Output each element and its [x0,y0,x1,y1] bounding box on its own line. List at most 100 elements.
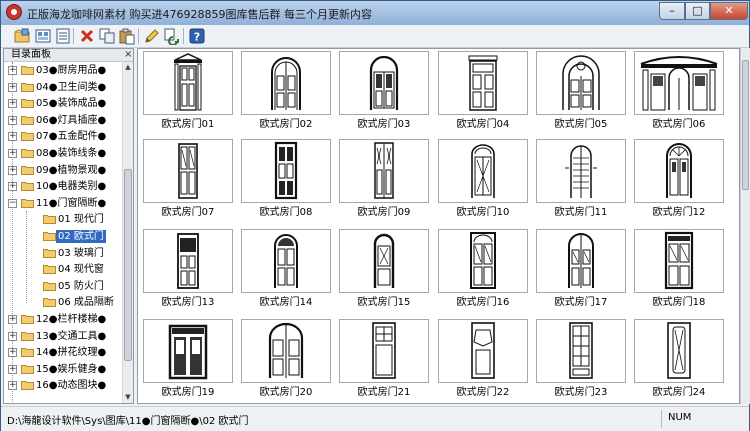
thumbnail-label: 欧式房门05 [554,119,608,130]
app-logo-icon [6,4,22,20]
thumbnail-label: 欧式房门22 [456,387,510,398]
thumbnail-label: 欧式房门19 [161,387,215,398]
door-drawing-image[interactable] [536,51,626,115]
folder-icon [43,248,56,258]
expand-icon[interactable]: + [8,364,17,374]
door-drawing-image[interactable] [241,319,331,383]
tree-item[interactable]: +10●电器类别● [4,178,122,195]
folder-icon [43,214,56,225]
paste-icon[interactable] [118,27,136,45]
folder-icon [43,231,56,241]
door-drawing-image[interactable] [241,229,331,293]
thumbnail-label: 欧式房门11 [554,207,608,218]
minimize-button[interactable]: – [659,2,685,20]
expand-icon[interactable]: + [8,182,17,192]
collapse-icon[interactable]: − [8,198,17,208]
expand-icon[interactable]: + [8,165,17,175]
edit-icon[interactable] [143,27,161,45]
tree-item[interactable]: +12●栏杆楼梯● [4,311,122,328]
tree-child-item[interactable]: 06 成品隔断 [4,294,122,311]
door-drawing-image[interactable] [634,51,724,115]
door-drawing-image[interactable] [634,139,724,203]
expand-icon[interactable]: + [8,115,17,125]
scroll-down-icon[interactable]: ▼ [124,393,132,402]
door-drawing-image[interactable] [536,319,626,383]
list-icon[interactable] [54,27,72,45]
door-drawing-image[interactable] [339,51,429,115]
tree-scrollbar-thumb[interactable] [124,169,132,361]
door-drawing-image[interactable] [438,139,528,203]
tree-child-item[interactable]: 02 欧式门 [4,228,122,245]
copy-icon[interactable] [98,27,116,45]
tree-item[interactable]: +06●灯具插座● [4,112,122,129]
door-drawing-image[interactable] [143,319,233,383]
expand-icon[interactable]: + [8,348,17,358]
tree-item[interactable]: +09●植物景观● [4,162,122,179]
thumbnail-label: 欧式房门18 [652,297,706,308]
thumbnail-label: 欧式房门07 [161,207,215,218]
tree-item-label: 03●厨房用品● [36,65,107,76]
door-drawing-image[interactable] [339,319,429,383]
door-drawing-image[interactable] [339,139,429,203]
tree-child-item[interactable]: 04 现代窗 [4,261,122,278]
expand-icon[interactable]: + [8,132,17,142]
tree-item-label: 12●栏杆楼梯● [36,314,107,325]
scroll-up-icon[interactable]: ▲ [124,63,132,72]
door-drawing-image[interactable] [241,51,331,115]
door-drawing-image[interactable] [536,229,626,293]
open-icon[interactable] [13,27,31,45]
expand-icon[interactable]: + [8,331,17,341]
tree-item[interactable]: +13●交通工具● [4,328,122,345]
folder-icon [21,115,34,125]
door-drawing-image[interactable] [143,139,233,203]
tree-item[interactable]: − 11●门窗隔断● [4,195,122,212]
expand-icon[interactable]: + [8,99,17,109]
tree-child-item[interactable]: 03 玻璃门 [4,245,122,262]
title-bar[interactable]: 正版海龙咖啡网素材 购买进476928859图库售后群 每三个月更新内容 – □… [1,1,749,25]
door-drawing-image[interactable] [339,229,429,293]
thumbnail-label: 欧式房门08 [259,207,313,218]
door-drawing-image[interactable] [143,229,233,293]
help-icon[interactable]: ? [188,27,206,45]
expand-icon[interactable]: + [8,381,17,391]
tree-item-label: 03 玻璃门 [58,247,104,259]
directory-panel-title: 目录面板 [11,49,51,60]
gallery-scrollbar[interactable] [740,48,750,404]
tree-item-label: 05●装饰成品● [36,98,107,110]
tree-item-label: 06 成品隔断 [58,297,114,309]
thumbnail-label: 欧式房门02 [259,119,313,130]
door-drawing-image[interactable] [634,229,724,293]
tree-item[interactable]: +04●卫生间类● [4,79,122,96]
expand-icon[interactable]: + [8,66,17,75]
door-drawing-image[interactable] [536,139,626,203]
door-drawing-image[interactable] [438,319,528,383]
door-drawing-image[interactable] [438,51,528,115]
gallery-scrollbar-thumb[interactable] [742,60,749,190]
door-drawing-image[interactable] [634,319,724,383]
tree-item-label: 16●动态图块● [36,380,107,392]
tree-child-item[interactable]: 01 现代门 [4,211,122,228]
tree-item[interactable]: +15●娱乐健身● [4,361,122,378]
expand-icon[interactable]: + [8,315,17,324]
maximize-button[interactable]: □ [685,2,710,20]
tree-item-label: 06●灯具插座● [36,114,107,126]
door-drawing-image[interactable] [143,51,233,115]
close-button[interactable]: ✕ [710,2,748,20]
thumbnail-label: 欧式房门21 [357,387,411,398]
tree-item[interactable]: +03●厨房用品● [4,62,122,79]
tree-item[interactable]: +08●装饰线条● [4,145,122,162]
delete-icon[interactable] [78,27,96,45]
tree-item[interactable]: +16●动态图块● [4,377,122,394]
door-drawing-image[interactable] [438,229,528,293]
refresh-icon[interactable] [163,27,181,45]
door-drawing-image[interactable] [241,139,331,203]
tree-item-label: 01 现代门 [58,214,104,226]
expand-icon[interactable]: + [8,82,17,92]
expand-icon[interactable]: + [8,149,17,158]
view-icon[interactable] [34,27,52,45]
tree-child-item[interactable]: 05 防火门 [4,278,122,295]
tree-item[interactable]: +07●五金配件● [4,128,122,145]
close-icon[interactable]: × [124,49,132,61]
tree-item[interactable]: +05●装饰成品● [4,95,122,112]
tree-item[interactable]: +14●拼花纹理● [4,344,122,361]
